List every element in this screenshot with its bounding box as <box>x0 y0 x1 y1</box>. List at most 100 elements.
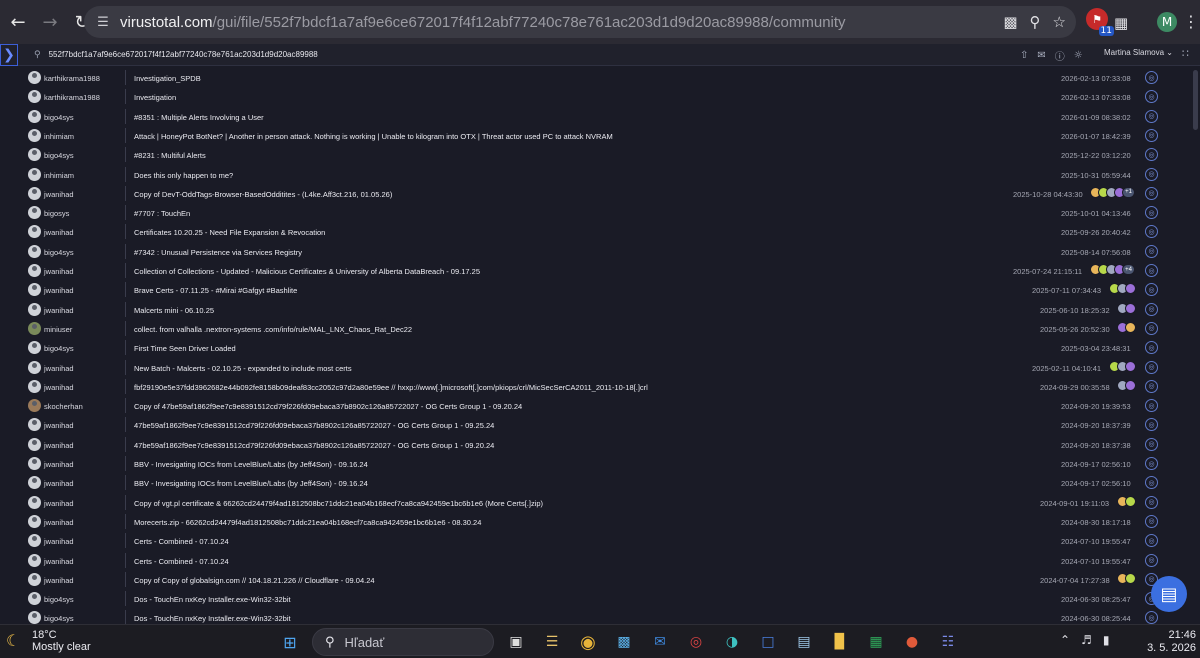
graph-icon[interactable]: ◎ <box>1145 264 1158 277</box>
table-row[interactable]: miniuser collect. from valhalla .nextron-… <box>0 319 1200 338</box>
row-username[interactable]: bigo4sys <box>44 113 74 122</box>
excel-icon[interactable]: ▦ <box>862 628 890 656</box>
contributor-avatars[interactable] <box>1117 572 1136 586</box>
row-title[interactable]: Brave Certs - 07.11.25 - #Mirai #Gafgyt … <box>134 286 297 295</box>
table-row[interactable]: jwanihad New Batch - Malcerts - 02.10.25 … <box>0 358 1200 377</box>
table-row[interactable]: jwanihad 47be59af1862f9ee7c9e8391512cd79f… <box>0 415 1200 434</box>
outlook-icon[interactable]: ✉ <box>646 628 674 656</box>
avatar[interactable] <box>28 167 41 181</box>
table-row[interactable]: jwanihad Copy of Copy of globalsign.com /… <box>0 570 1200 589</box>
avatar[interactable] <box>28 225 41 239</box>
notes-icon[interactable]: ▤ <box>790 628 818 656</box>
contributor-avatar[interactable] <box>1125 572 1136 584</box>
graph-icon[interactable]: ◎ <box>1145 186 1158 200</box>
contributor-avatar[interactable] <box>1125 360 1136 372</box>
graph-icon[interactable]: ◎ <box>1145 109 1158 123</box>
chevron-up-icon[interactable]: ⌃ <box>1060 633 1070 647</box>
graph-icon[interactable]: ◎ <box>1145 302 1158 316</box>
row-title[interactable]: collect. from valhalla .nextron-systems … <box>134 325 412 334</box>
row-username[interactable]: jwanihad <box>44 228 74 237</box>
forward-button[interactable]: → <box>36 8 64 36</box>
contributor-avatar[interactable] <box>1125 283 1136 295</box>
graph-icon[interactable]: ◎ <box>1145 514 1158 528</box>
table-row[interactable]: jwanihad Collection of Collections - Upda… <box>0 261 1200 280</box>
row-username[interactable]: miniuser <box>44 325 72 334</box>
graph-icon[interactable]: ◎ <box>1145 71 1158 84</box>
table-row[interactable]: jwanihad Copy of vgt.pl certificate & 662… <box>0 493 1200 512</box>
contributor-avatars[interactable] <box>1117 321 1136 335</box>
table-row[interactable]: bigo4sys First Time Seen Driver Loaded 202… <box>0 338 1200 357</box>
chrome-app-icon[interactable]: ◉ <box>574 628 602 656</box>
table-row[interactable]: jwanihad BBV - Invesigating IOCs from Lev… <box>0 473 1200 492</box>
contributor-avatars[interactable] <box>1109 360 1136 374</box>
more-contributors-badge[interactable]: +4 <box>1122 264 1135 275</box>
row-username[interactable]: karthikrama1988 <box>44 93 100 102</box>
avatar[interactable] <box>28 514 41 528</box>
graph-icon[interactable]: ◎ <box>1145 418 1158 432</box>
avatar[interactable] <box>28 437 41 451</box>
table-row[interactable]: karthikrama1988 Investigation 2026-02-13 0… <box>0 87 1200 106</box>
table-row[interactable]: bigo4sys #7342 : Unusual Persistence via … <box>0 242 1200 261</box>
contributor-avatar[interactable] <box>1125 495 1136 507</box>
graph-icon[interactable]: ◎ <box>1145 167 1158 181</box>
avatar[interactable] <box>28 148 41 162</box>
row-title[interactable]: New Batch - Malcerts - 02.10.25 - expand… <box>134 364 352 373</box>
avatar[interactable] <box>28 418 41 432</box>
user-menu[interactable]: Martina Slamova ⌄ <box>1104 48 1173 57</box>
row-username[interactable]: karthikrama1988 <box>44 74 100 83</box>
notifications-icon[interactable]: ✉ <box>1037 50 1045 61</box>
apps-grid-icon[interactable]: ∷ <box>1182 47 1189 60</box>
scrollbar[interactable] <box>1193 68 1198 624</box>
graph-icon[interactable]: ◎ <box>1145 283 1158 297</box>
avatar[interactable] <box>28 592 41 606</box>
row-username[interactable]: bigo4sys <box>44 614 74 623</box>
avatar[interactable] <box>28 553 41 567</box>
avatar[interactable] <box>28 611 41 624</box>
graph-icon[interactable]: ◎ <box>1145 437 1158 451</box>
row-username[interactable]: jwanihad <box>44 518 74 527</box>
table-row[interactable]: inhimiam Attack | HoneyPot BotNet? | Anot… <box>0 126 1200 145</box>
row-title[interactable]: Certificates 10.20.25 - Need File Expans… <box>134 228 325 237</box>
contributor-avatars[interactable] <box>1117 302 1136 316</box>
contributor-avatar[interactable] <box>1125 321 1136 333</box>
cast-icon[interactable]: ▩ <box>1003 13 1017 31</box>
row-title[interactable]: Copy of DevT-OddTags-Browser-BasedOdditi… <box>134 190 392 199</box>
row-username[interactable]: jwanihad <box>44 190 74 199</box>
row-title[interactable]: 47be59af1862f9ee7c9e8391512cd79f226fd09e… <box>134 421 494 430</box>
contributor-avatars[interactable] <box>1117 495 1136 509</box>
row-title[interactable]: #7707 : TouchEn <box>134 209 190 218</box>
avatar[interactable] <box>28 206 41 220</box>
graph-icon[interactable]: ◎ <box>1145 553 1158 567</box>
table-row[interactable]: jwanihad BBV - Invesigating IOCs from Lev… <box>0 454 1200 473</box>
row-title[interactable]: Copy of 47be59af1862f9ee7c9e8391512cd79f… <box>134 402 522 411</box>
table-row[interactable]: bigo4sys Dos - TouchEn nxKey Installer.ex… <box>0 589 1200 608</box>
row-username[interactable]: inhimiam <box>44 171 74 180</box>
row-title[interactable]: Malcerts mini - 06.10.25 <box>134 306 214 315</box>
vt-logo-icon[interactable]: ❯ <box>0 43 18 66</box>
graph-icon[interactable]: ◎ <box>1145 476 1158 490</box>
task-view-icon[interactable]: ▣ <box>502 628 530 656</box>
row-title[interactable]: Copy of Copy of globalsign.com // 104.18… <box>134 576 375 585</box>
graph-icon[interactable]: ◎ <box>1145 379 1158 393</box>
upload-icon[interactable]: ⇧ <box>1020 50 1028 61</box>
avatar[interactable] <box>28 534 41 548</box>
row-title[interactable]: #8231 : Multiful Alerts <box>134 151 206 160</box>
contributor-avatars[interactable] <box>1117 379 1136 393</box>
graph-icon[interactable]: ◎ <box>1145 128 1158 142</box>
row-title[interactable]: First Time Seen Driver Loaded <box>134 344 236 353</box>
table-row[interactable]: jwanihad Malcerts mini - 06.10.25 2025-06-… <box>0 300 1200 319</box>
row-title[interactable]: Morecerts.zip - 66262cd24479f4ad1812508b… <box>134 518 481 527</box>
graph-icon[interactable]: ◎ <box>1145 206 1158 220</box>
speaker-icon[interactable]: ♬ <box>1081 633 1092 647</box>
avatar[interactable] <box>28 71 41 84</box>
row-username[interactable]: jwanihad <box>44 557 74 566</box>
battery-icon[interactable]: ▮ <box>1103 633 1110 647</box>
table-row[interactable]: jwanihad Certs - Combined - 07.10.24 2024-… <box>0 531 1200 550</box>
table-row[interactable]: bigosys #7707 : TouchEn 2025-10-01 04:13:4… <box>0 203 1200 222</box>
row-username[interactable]: jwanihad <box>44 267 74 276</box>
row-title[interactable]: #7342 : Unusual Persistence via Services… <box>134 248 302 257</box>
avatar[interactable] <box>28 341 41 355</box>
table-row[interactable]: skocherhan Copy of 47be59af1862f9ee7c9e83… <box>0 396 1200 415</box>
row-username[interactable]: jwanihad <box>44 421 74 430</box>
row-title[interactable]: #8351 : Multiple Alerts Involving a User <box>134 113 264 122</box>
